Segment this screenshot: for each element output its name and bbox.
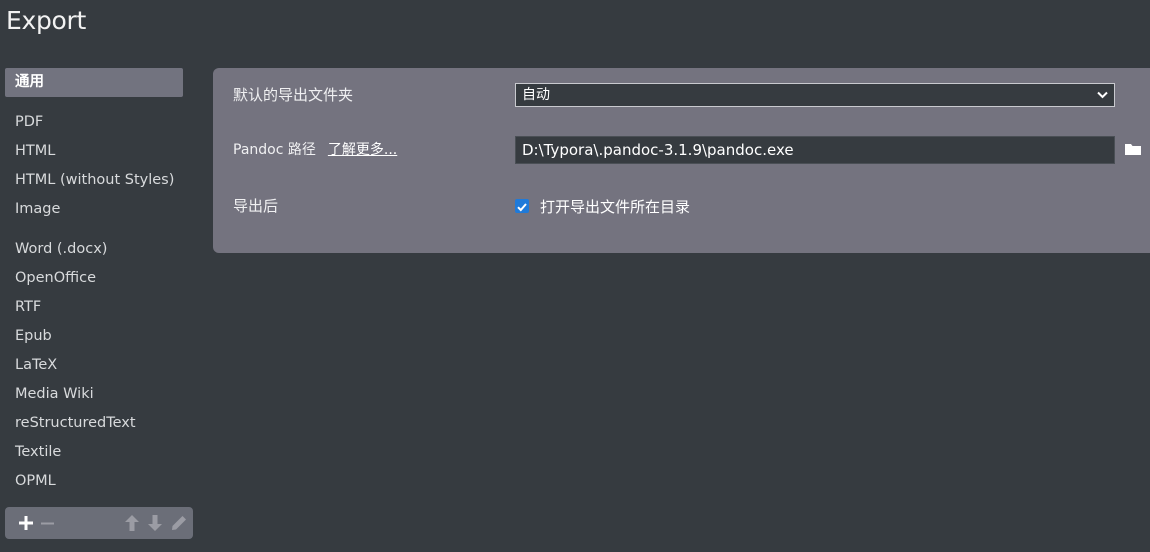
open-folder-checkbox-label[interactable]: 打开导出文件所在目录 [540, 196, 690, 217]
sidebar-item-general[interactable]: 通用 [5, 68, 183, 97]
export-folder-label: 默认的导出文件夹 [233, 86, 354, 104]
sidebar-item-html-without-styles[interactable]: HTML (without Styles) [5, 166, 193, 195]
sidebar-item-textile[interactable]: Textile [5, 438, 193, 467]
sidebar-item-rtf[interactable]: RTF [5, 293, 193, 322]
sidebar-item-image[interactable]: Image [5, 195, 193, 224]
pandoc-path-label-row: Pandoc 路径 了解更多... [233, 139, 397, 159]
sidebar-item-opml[interactable]: OPML [5, 467, 193, 496]
export-folder-select[interactable]: 自动 [515, 83, 1115, 107]
sidebar-item-latex[interactable]: LaTeX [5, 351, 193, 380]
plus-icon[interactable] [16, 513, 36, 533]
folder-icon[interactable] [1124, 141, 1142, 157]
pandoc-path-input[interactable]: D:\Typora\.pandoc-3.1.9\pandoc.exe [515, 136, 1115, 164]
sidebar-item-html[interactable]: HTML [5, 137, 193, 166]
after-export-label: 导出后 [233, 197, 279, 215]
window-title: Export [6, 6, 87, 35]
open-folder-checkbox[interactable] [515, 199, 529, 213]
pencil-icon[interactable] [169, 513, 189, 533]
sidebar-item-media-wiki[interactable]: Media Wiki [5, 380, 193, 409]
arrow-up-icon[interactable] [122, 513, 142, 533]
sidebar-item-epub[interactable]: Epub [5, 322, 193, 351]
sidebar-item-pdf[interactable]: PDF [5, 108, 193, 137]
sidebar-item-restructuredtext[interactable]: reStructuredText [5, 409, 193, 438]
sidebar-toolbar [5, 507, 193, 539]
sidebar-item-word[interactable]: Word (.docx) [5, 235, 193, 264]
learn-more-link[interactable]: 了解更多... [328, 142, 397, 158]
sidebar: 通用 PDF HTML HTML (without Styles) Image … [5, 68, 193, 496]
pandoc-path-label: Pandoc 路径 [233, 142, 316, 158]
chevron-down-icon [1097, 91, 1108, 99]
sidebar-item-openoffice[interactable]: OpenOffice [5, 264, 193, 293]
minus-icon[interactable] [37, 513, 57, 533]
arrow-down-icon[interactable] [145, 513, 165, 533]
general-settings-panel: 默认的导出文件夹 自动 Pandoc 路径 了解更多... D:\Typora\.… [213, 68, 1150, 253]
checkmark-icon [517, 203, 527, 212]
export-folder-value: 自动 [522, 87, 550, 103]
